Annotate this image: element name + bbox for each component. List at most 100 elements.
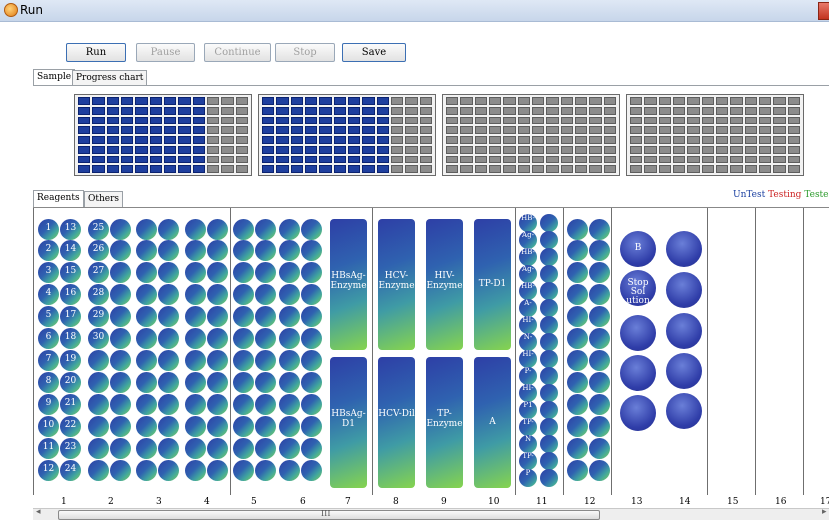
sample-tube[interactable]	[158, 262, 179, 283]
sample-tube[interactable]	[567, 350, 588, 371]
sample-tube[interactable]	[110, 460, 131, 481]
reagent-bottle[interactable]: HIV-Enzyme	[426, 219, 463, 350]
sample-tube[interactable]	[158, 372, 179, 393]
reagent-tube[interactable]	[540, 248, 558, 266]
sample-tube[interactable]: 4	[38, 284, 59, 305]
sample-tube[interactable]	[136, 460, 157, 481]
sample-tube[interactable]	[158, 416, 179, 437]
reagent-tube[interactable]: TP-	[519, 452, 537, 470]
sample-tube[interactable]	[207, 350, 228, 371]
sample-tube[interactable]	[567, 262, 588, 283]
reagent-tube[interactable]: HB-	[519, 214, 537, 232]
sample-tube[interactable]: 19	[60, 350, 81, 371]
sample-tube[interactable]	[233, 350, 254, 371]
sample-tube[interactable]	[233, 394, 254, 415]
sample-tube[interactable]: 6	[38, 328, 59, 349]
sample-tube[interactable]	[255, 416, 276, 437]
reagent-slot[interactable]	[620, 315, 656, 351]
close-button[interactable]	[818, 2, 829, 20]
reagent-tube[interactable]	[540, 265, 558, 283]
sample-tube[interactable]	[301, 306, 322, 327]
sample-tube[interactable]	[255, 394, 276, 415]
sample-tube[interactable]	[279, 328, 300, 349]
sample-tube[interactable]	[185, 394, 206, 415]
sample-tube[interactable]	[233, 416, 254, 437]
sample-tube[interactable]: 25	[88, 219, 109, 240]
reagent-bottle[interactable]: TP-D1	[474, 219, 511, 350]
sample-tube[interactable]	[136, 284, 157, 305]
sample-tube[interactable]	[255, 460, 276, 481]
reagent-bottle[interactable]: A	[474, 357, 511, 488]
sample-tube[interactable]: 26	[88, 240, 109, 261]
sample-tube[interactable]	[185, 262, 206, 283]
sample-tube[interactable]	[136, 262, 157, 283]
sample-tube[interactable]	[255, 219, 276, 240]
sample-tube[interactable]: 3	[38, 262, 59, 283]
sample-tube[interactable]	[207, 394, 228, 415]
reagent-tube[interactable]	[540, 316, 558, 334]
sample-tube[interactable]	[301, 438, 322, 459]
sample-tube[interactable]	[136, 394, 157, 415]
sample-tube[interactable]	[301, 328, 322, 349]
tab-reagents[interactable]: Reagents	[33, 190, 84, 207]
reagent-bottle[interactable]: HBsAg-Enzyme	[330, 219, 367, 350]
sample-tube[interactable]	[207, 262, 228, 283]
sample-tube[interactable]	[301, 394, 322, 415]
sample-tube[interactable]	[255, 438, 276, 459]
sample-tube[interactable]	[255, 262, 276, 283]
sample-tube[interactable]	[158, 394, 179, 415]
run-button[interactable]: Run	[66, 43, 126, 62]
reagent-tube[interactable]: P-	[519, 367, 537, 385]
sample-tube[interactable]: 15	[60, 262, 81, 283]
reagent-tube[interactable]: Ag-	[519, 231, 537, 249]
sample-tube[interactable]	[567, 416, 588, 437]
sample-tube[interactable]	[301, 219, 322, 240]
reagent-bottle[interactable]: HBsAg-D1	[330, 357, 367, 488]
sample-tube[interactable]	[110, 328, 131, 349]
reagent-tube[interactable]: Ag-	[519, 265, 537, 283]
sample-tube[interactable]	[233, 328, 254, 349]
reagent-tube[interactable]: HB-	[519, 282, 537, 300]
reagent-tube[interactable]: P1	[519, 401, 537, 419]
sample-tube[interactable]	[279, 438, 300, 459]
sample-tube[interactable]	[279, 394, 300, 415]
sample-tube[interactable]	[567, 328, 588, 349]
reagent-bottle[interactable]: TP-Enzyme	[426, 357, 463, 488]
sample-tube[interactable]	[301, 416, 322, 437]
reagent-slot[interactable]	[666, 231, 702, 267]
sample-tube[interactable]	[110, 394, 131, 415]
sample-tube[interactable]	[185, 350, 206, 371]
sample-tube[interactable]: 2	[38, 240, 59, 261]
sample-tube[interactable]	[88, 438, 109, 459]
sample-tube[interactable]	[233, 284, 254, 305]
sample-tube[interactable]	[233, 372, 254, 393]
reagent-slot[interactable]	[666, 313, 702, 349]
save-button[interactable]: Save	[342, 43, 406, 62]
sample-tube[interactable]	[589, 306, 610, 327]
sample-tube[interactable]	[136, 438, 157, 459]
sample-tube[interactable]	[279, 372, 300, 393]
sample-tube[interactable]	[567, 372, 588, 393]
sample-tube[interactable]: 5	[38, 306, 59, 327]
reagent-tube[interactable]: P	[519, 469, 537, 487]
sample-tube[interactable]	[110, 416, 131, 437]
sample-tube[interactable]: 9	[38, 394, 59, 415]
reagent-tube[interactable]: TP-	[519, 418, 537, 436]
reagent-tube[interactable]	[540, 418, 558, 436]
sample-tube[interactable]	[185, 240, 206, 261]
reagent-slot[interactable]	[666, 393, 702, 429]
sample-tube[interactable]: 24	[60, 460, 81, 481]
sample-tube[interactable]	[185, 416, 206, 437]
sample-tube[interactable]	[589, 328, 610, 349]
sample-tube[interactable]	[110, 240, 131, 261]
sample-tube[interactable]	[233, 262, 254, 283]
sample-tube[interactable]	[185, 438, 206, 459]
reagent-tube[interactable]	[540, 214, 558, 232]
sample-tube[interactable]	[589, 219, 610, 240]
reagent-tube[interactable]	[540, 384, 558, 402]
reagent-tube[interactable]: A-	[519, 299, 537, 317]
scroll-right-arrow-icon[interactable]: ▸	[822, 507, 827, 517]
sample-tube[interactable]	[185, 460, 206, 481]
sample-tube[interactable]	[255, 328, 276, 349]
reagent-tube[interactable]: HB-	[519, 248, 537, 266]
